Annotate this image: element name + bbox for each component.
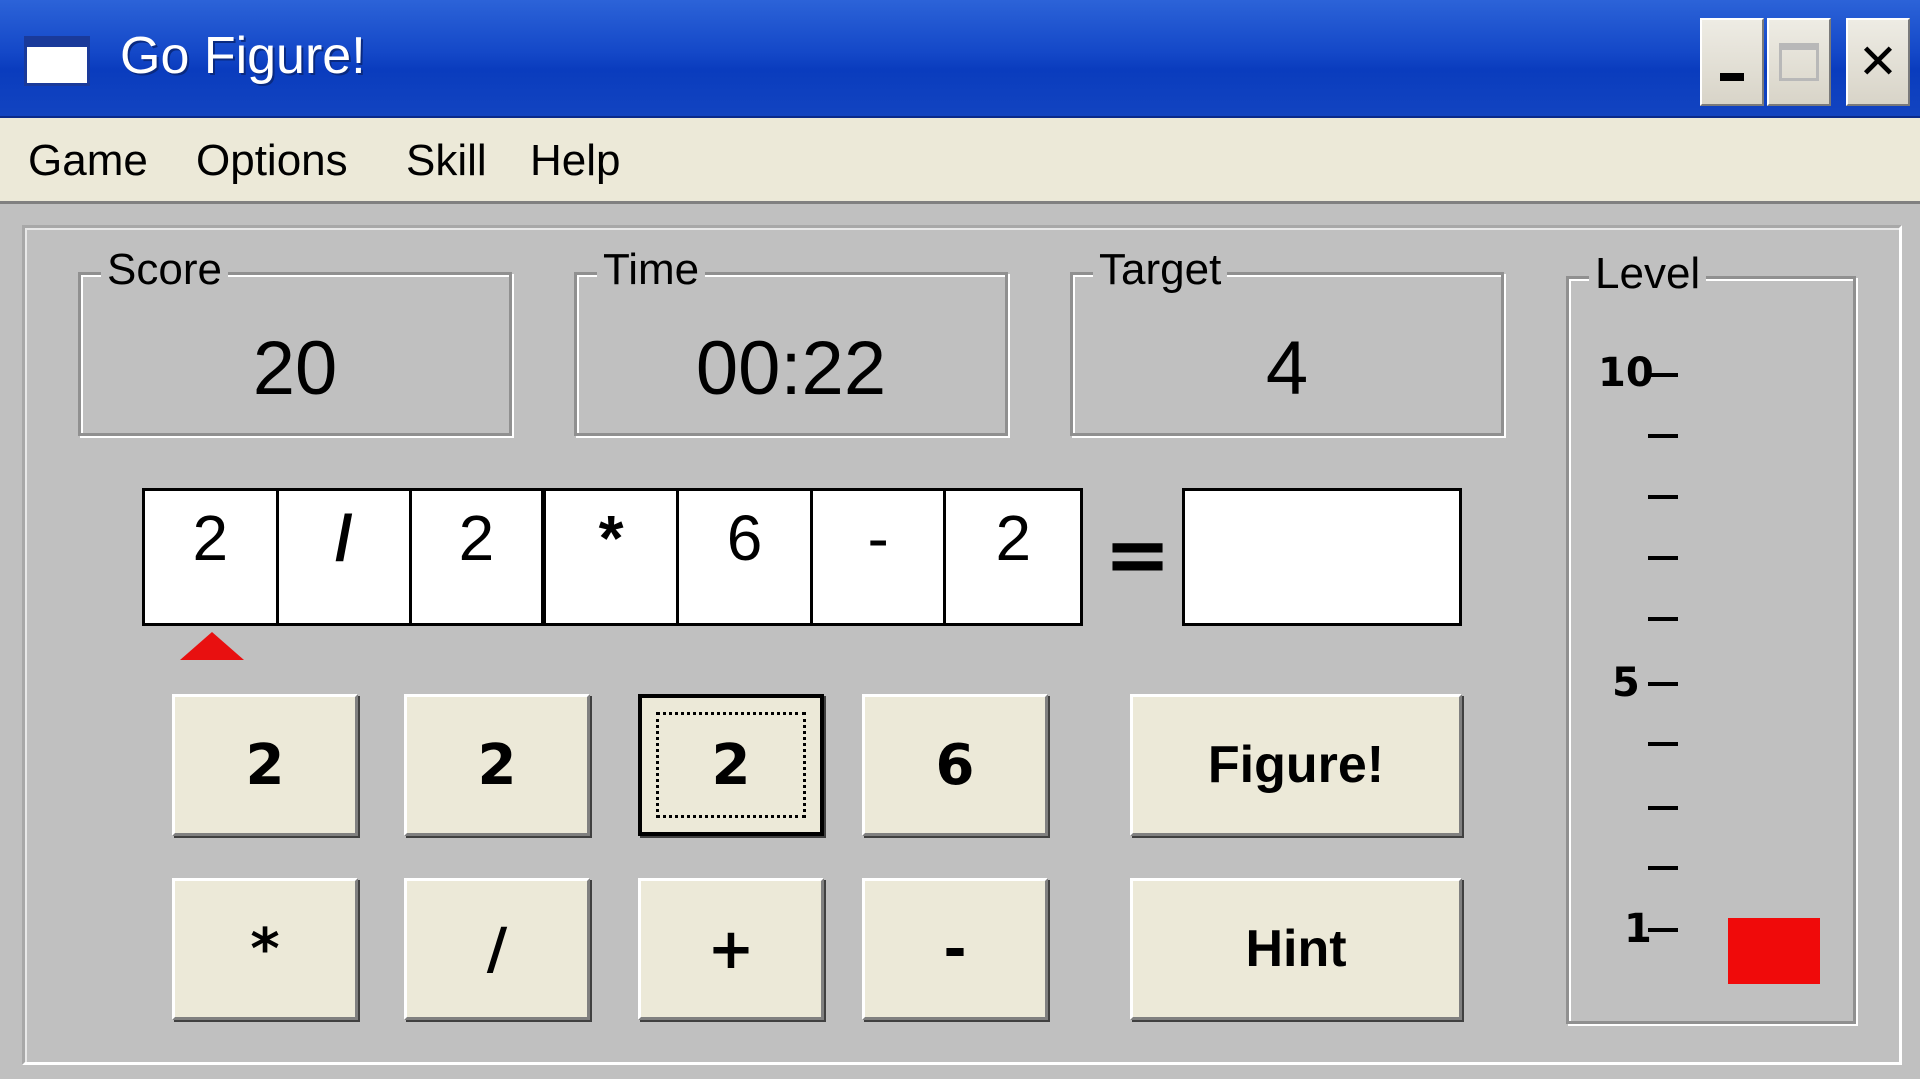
figure-button[interactable]: Figure! bbox=[1130, 694, 1462, 836]
expression-cell[interactable]: 2 bbox=[145, 491, 279, 623]
level-tick bbox=[1648, 556, 1678, 560]
expression-cell[interactable]: / bbox=[278, 491, 413, 623]
close-button[interactable]: ✕ bbox=[1846, 18, 1910, 106]
level-marker bbox=[1728, 918, 1820, 984]
number-button[interactable]: 6 bbox=[862, 694, 1048, 836]
number-button[interactable]: 2 bbox=[172, 694, 358, 836]
window-title: Go Figure! bbox=[120, 27, 366, 85]
menu-help[interactable]: Help bbox=[530, 136, 621, 186]
level-tick-label: 10 bbox=[1598, 350, 1654, 396]
target-value: 4 bbox=[1265, 326, 1309, 411]
menu-skill[interactable]: Skill bbox=[406, 136, 487, 186]
operator-button[interactable]: - bbox=[862, 878, 1048, 1020]
operator-button[interactable]: / bbox=[404, 878, 590, 1020]
menu-bar: Game Options Skill Help bbox=[0, 118, 1920, 204]
number-button[interactable]: 2 bbox=[404, 694, 590, 836]
operator-button[interactable]: * bbox=[172, 878, 358, 1020]
time-value: 00:22 bbox=[695, 326, 887, 411]
level-tick bbox=[1648, 434, 1678, 438]
target-box: Target 4 bbox=[1070, 245, 1504, 436]
expression-cell[interactable]: 2 bbox=[946, 491, 1081, 623]
level-tick bbox=[1648, 373, 1678, 377]
time-box: Time 00:22 bbox=[574, 245, 1008, 436]
focus-ring bbox=[656, 712, 806, 818]
equals-sign: = bbox=[1104, 508, 1172, 601]
level-tick bbox=[1648, 682, 1678, 686]
level-tick bbox=[1648, 866, 1678, 870]
level-label: Level bbox=[1589, 249, 1707, 299]
close-icon: ✕ bbox=[1857, 34, 1899, 90]
level-tick bbox=[1648, 742, 1678, 746]
cursor-arrow-icon bbox=[180, 632, 244, 660]
figure-button-label: Figure! bbox=[1207, 736, 1385, 794]
level-tick bbox=[1648, 617, 1678, 621]
minimize-button[interactable] bbox=[1700, 18, 1764, 106]
number-button-focused[interactable]: 2 bbox=[638, 694, 824, 836]
menu-options[interactable]: Options bbox=[196, 136, 348, 186]
score-value: 20 bbox=[252, 326, 338, 411]
expression-cell[interactable]: 2 bbox=[412, 491, 546, 623]
level-tick bbox=[1648, 806, 1678, 810]
operator-button[interactable]: + bbox=[638, 878, 824, 1020]
time-label: Time bbox=[597, 245, 706, 295]
maximize-button bbox=[1767, 18, 1831, 106]
title-bar[interactable]: Go Figure! ✕ bbox=[0, 0, 1920, 118]
level-tick bbox=[1648, 928, 1678, 932]
result-box bbox=[1182, 488, 1462, 626]
level-tick-label: 5 bbox=[1612, 660, 1640, 706]
maximize-icon bbox=[1779, 43, 1819, 81]
expression-row: 2 / 2 * 6 - 2 bbox=[142, 488, 1083, 626]
expression-cell[interactable]: 6 bbox=[679, 491, 813, 623]
minimize-icon bbox=[1720, 73, 1744, 81]
expression-cell[interactable]: - bbox=[812, 491, 947, 623]
score-label: Score bbox=[101, 245, 228, 295]
hint-button-label: Hint bbox=[1245, 920, 1347, 978]
target-label: Target bbox=[1093, 245, 1228, 295]
score-box: Score 20 bbox=[78, 245, 512, 436]
hint-button[interactable]: Hint bbox=[1130, 878, 1462, 1020]
window-icon bbox=[24, 36, 90, 86]
menu-game[interactable]: Game bbox=[28, 136, 148, 186]
expression-cell[interactable]: * bbox=[545, 491, 680, 623]
level-tick bbox=[1648, 495, 1678, 499]
